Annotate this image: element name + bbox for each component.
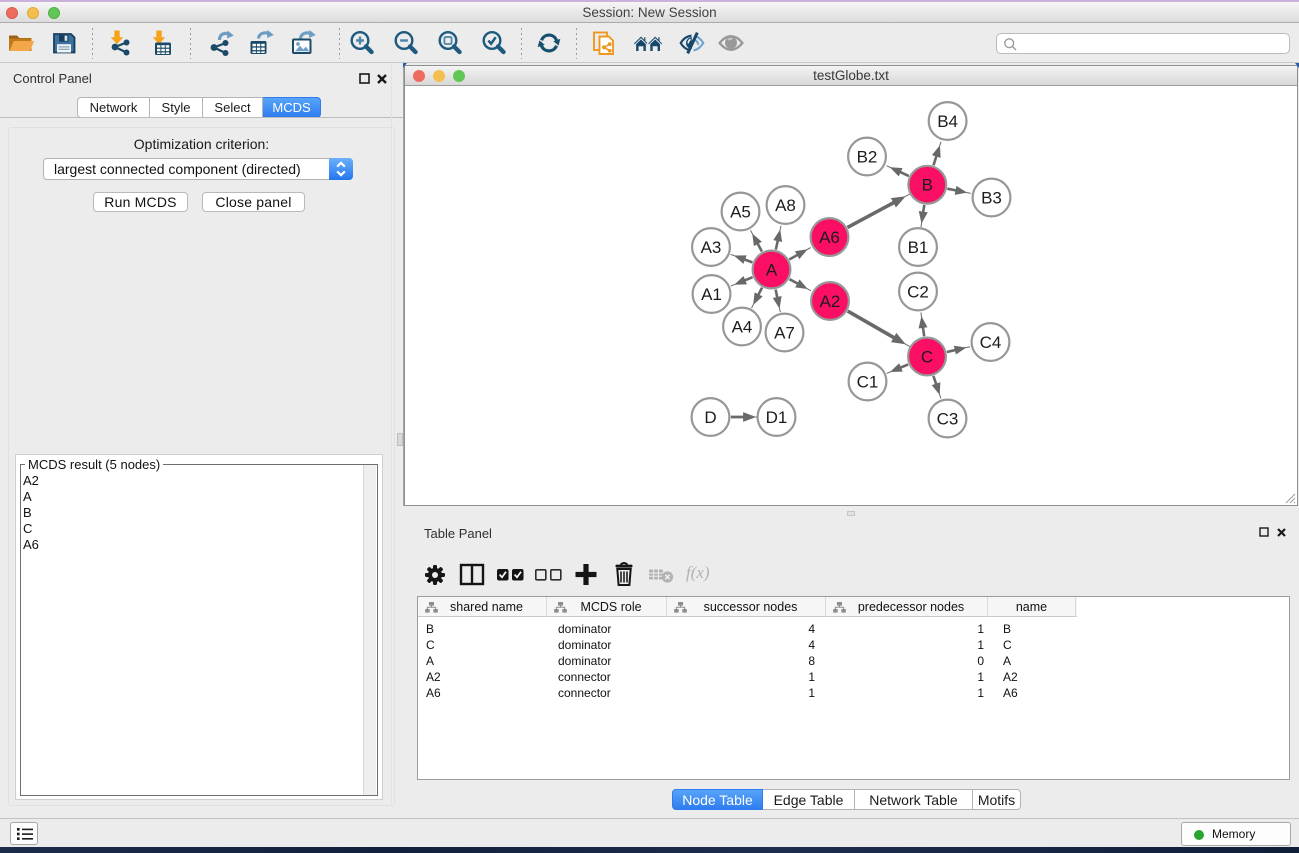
svg-text:C: C (921, 348, 933, 367)
svg-text:D: D (704, 408, 716, 427)
svg-text:B2: B2 (857, 148, 878, 167)
svg-text:A1: A1 (701, 285, 722, 304)
svg-text:A8: A8 (775, 196, 796, 215)
svg-text:B3: B3 (981, 189, 1002, 208)
svg-text:B4: B4 (937, 112, 958, 131)
svg-text:B: B (922, 176, 933, 195)
svg-text:C1: C1 (857, 373, 879, 392)
svg-text:A3: A3 (701, 238, 722, 257)
svg-text:C4: C4 (980, 333, 1002, 352)
svg-text:B1: B1 (908, 238, 929, 257)
svg-text:A5: A5 (730, 203, 751, 222)
svg-text:A2: A2 (820, 292, 841, 311)
svg-text:C2: C2 (907, 283, 929, 302)
svg-text:A: A (766, 261, 778, 280)
svg-text:A6: A6 (819, 228, 840, 247)
svg-text:A7: A7 (774, 324, 795, 343)
svg-text:A4: A4 (732, 318, 753, 337)
svg-text:D1: D1 (766, 408, 788, 427)
svg-text:C3: C3 (937, 410, 959, 429)
